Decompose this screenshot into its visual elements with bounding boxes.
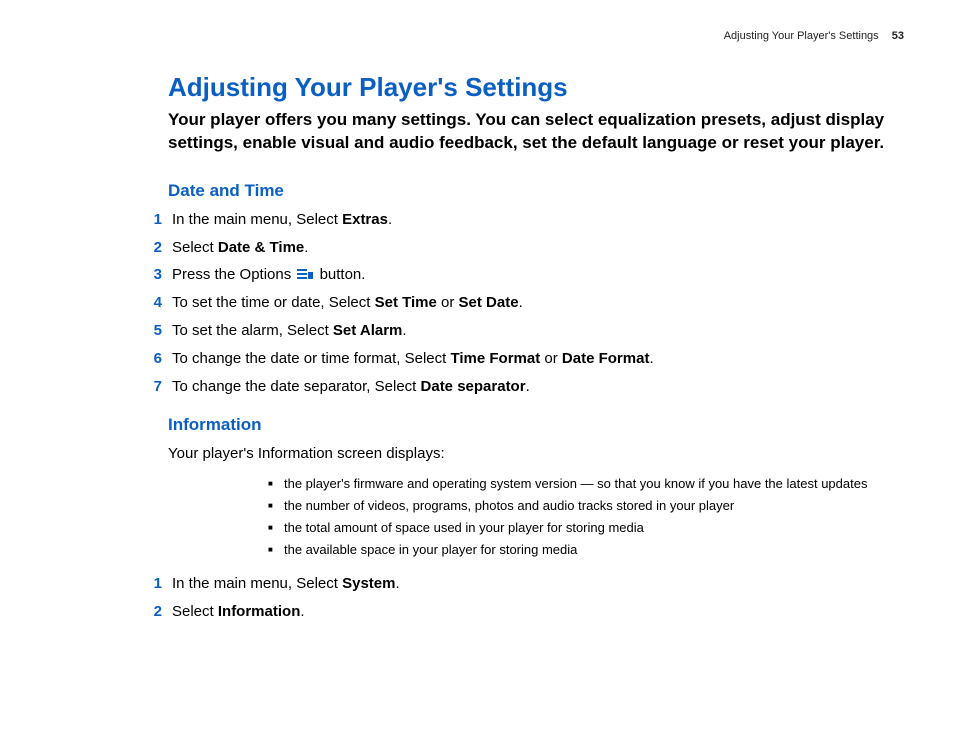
step-row: 2 Select Date & Time.: [168, 237, 894, 259]
list-item: ■the player's firmware and operating sys…: [268, 475, 894, 494]
options-icon: [297, 265, 313, 287]
step-number: 4: [140, 292, 162, 314]
step-text: In the main menu, Select System.: [172, 573, 894, 595]
list-item: ■the available space in your player for …: [268, 541, 894, 560]
page-title: Adjusting Your Player's Settings: [168, 72, 894, 103]
step-text: To change the date separator, Select Dat…: [172, 376, 894, 398]
intro-paragraph: Your player offers you many settings. Yo…: [168, 109, 894, 155]
step-text: To change the date or time format, Selec…: [172, 348, 894, 370]
step-number: 1: [140, 209, 162, 231]
step-number: 1: [140, 573, 162, 595]
step-text: To set the alarm, Select Set Alarm.: [172, 320, 894, 342]
bullet-icon: ■: [268, 475, 284, 493]
step-text: Select Date & Time.: [172, 237, 894, 259]
step-row: 1 In the main menu, Select System.: [168, 573, 894, 595]
step-number: 2: [140, 237, 162, 259]
list-item: ■the total amount of space used in your …: [268, 519, 894, 538]
step-text: To set the time or date, Select Set Time…: [172, 292, 894, 314]
step-text: In the main menu, Select Extras.: [172, 209, 894, 231]
step-row: 5 To set the alarm, Select Set Alarm.: [168, 320, 894, 342]
list-item: ■the number of videos, programs, photos …: [268, 497, 894, 516]
page-number: 53: [892, 30, 904, 42]
step-row: 7 To change the date separator, Select D…: [168, 376, 894, 398]
running-header: Adjusting Your Player's Settings 53: [60, 30, 904, 42]
running-title: Adjusting Your Player's Settings: [724, 30, 879, 42]
bullet-icon: ■: [268, 519, 284, 537]
section-heading-date-time: Date and Time: [168, 181, 894, 201]
step-row: 3 Press the Options button.: [168, 264, 894, 286]
step-row: 2 Select Information.: [168, 601, 894, 623]
step-row: 6 To change the date or time format, Sel…: [168, 348, 894, 370]
bullet-list: ■the player's firmware and operating sys…: [268, 475, 894, 559]
step-number: 3: [140, 264, 162, 286]
step-text: Select Information.: [172, 601, 894, 623]
section-heading-information: Information: [168, 415, 894, 435]
step-text: Press the Options button.: [172, 264, 894, 286]
bullet-icon: ■: [268, 497, 284, 515]
bullet-icon: ■: [268, 541, 284, 559]
step-number: 7: [140, 376, 162, 398]
info-lead: Your player's Information screen display…: [168, 443, 894, 465]
step-number: 5: [140, 320, 162, 342]
step-number: 6: [140, 348, 162, 370]
step-number: 2: [140, 601, 162, 623]
step-row: 4 To set the time or date, Select Set Ti…: [168, 292, 894, 314]
step-row: 1 In the main menu, Select Extras.: [168, 209, 894, 231]
